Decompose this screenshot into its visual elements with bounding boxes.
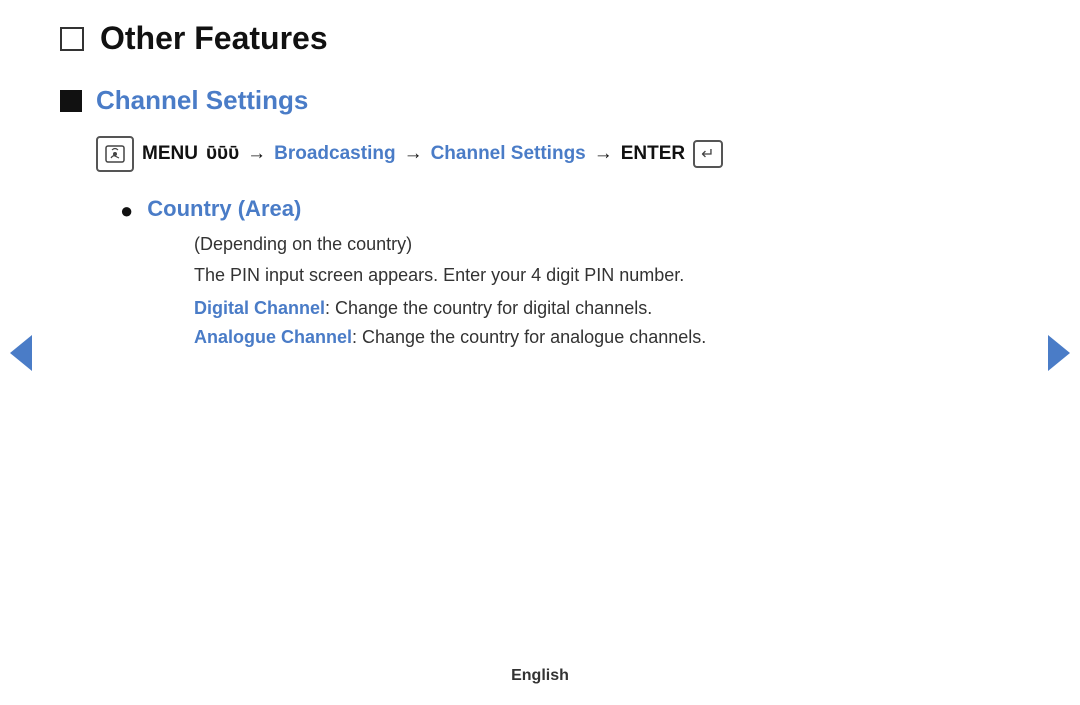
enter-icon: ↵ bbox=[693, 140, 722, 168]
checkbox-icon bbox=[60, 27, 84, 51]
page-title-row: Other Features bbox=[60, 20, 1000, 57]
page-title: Other Features bbox=[100, 20, 328, 57]
bullet-title: Country (Area) bbox=[147, 196, 301, 222]
bullet-row: ● Country (Area) bbox=[120, 196, 1000, 224]
menu-path-row: MENU ῡῡῡ → Broadcasting → Channel Settin… bbox=[96, 136, 1000, 172]
pin-text: The PIN input screen appears. Enter your… bbox=[194, 265, 1000, 286]
channel-settings-link: Channel Settings bbox=[431, 143, 586, 165]
bullet-dot: ● bbox=[120, 198, 133, 224]
footer-language: English bbox=[511, 667, 569, 685]
enter-text: ENTER bbox=[621, 143, 685, 165]
page-container: Other Features Channel Settings MENU ῡῡῡ… bbox=[0, 0, 1080, 376]
nav-arrow-left[interactable] bbox=[10, 335, 32, 371]
digital-channel-desc: : Change the country for digital channel… bbox=[325, 298, 652, 318]
nav-arrow-right[interactable] bbox=[1048, 335, 1070, 371]
analogue-channel-line: Analogue Channel: Change the country for… bbox=[194, 327, 1000, 348]
arrow1: → bbox=[247, 143, 266, 165]
content-block: (Depending on the country) The PIN input… bbox=[194, 234, 1000, 348]
arrow3: → bbox=[594, 143, 613, 165]
digital-channel-label: Digital Channel bbox=[194, 298, 325, 318]
bullet-section: ● Country (Area) (Depending on the count… bbox=[120, 196, 1000, 348]
menu-suffix: ῡῡῡ bbox=[206, 143, 239, 165]
analogue-channel-label: Analogue Channel bbox=[194, 327, 352, 347]
section-square-icon bbox=[60, 90, 82, 112]
section-title: Channel Settings bbox=[96, 85, 308, 116]
arrow2: → bbox=[404, 143, 423, 165]
depends-text: (Depending on the country) bbox=[194, 234, 1000, 255]
analogue-channel-desc: : Change the country for analogue channe… bbox=[352, 327, 706, 347]
menu-text: MENU bbox=[142, 143, 198, 165]
section-row: Channel Settings bbox=[60, 85, 1000, 116]
broadcasting-link: Broadcasting bbox=[274, 143, 395, 165]
digital-channel-line: Digital Channel: Change the country for … bbox=[194, 298, 1000, 319]
menu-icon bbox=[96, 136, 134, 172]
